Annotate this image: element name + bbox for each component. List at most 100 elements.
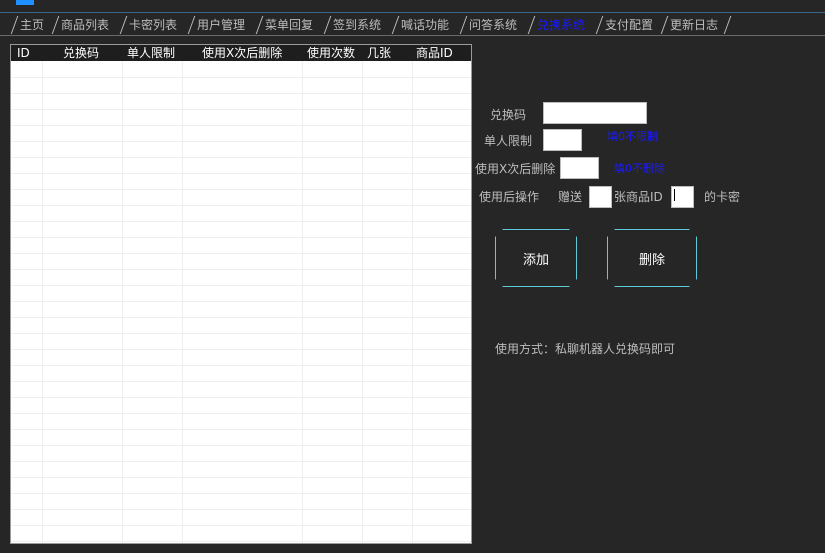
tab-label: 签到系统 bbox=[333, 18, 382, 32]
code-label: 兑换码 bbox=[490, 108, 527, 122]
grid-row-line bbox=[11, 205, 471, 206]
tab-underline bbox=[0, 35, 825, 36]
delete-after-hint: 填0不删除 bbox=[614, 162, 665, 175]
grid-row-line bbox=[11, 301, 471, 302]
grid-row-line bbox=[11, 349, 471, 350]
tab-menu-reply[interactable]: 菜单回复 bbox=[255, 16, 314, 34]
tab-divider-icon bbox=[187, 16, 196, 34]
grid-row-line bbox=[11, 109, 471, 110]
grid-row-line bbox=[11, 253, 471, 254]
code-input[interactable] bbox=[543, 102, 647, 124]
grid-row-line bbox=[11, 429, 471, 430]
tab-label: 商品列表 bbox=[61, 18, 110, 32]
limit-input[interactable] bbox=[543, 129, 582, 151]
tab-label: 菜单回复 bbox=[265, 18, 314, 32]
tab-divider-icon bbox=[527, 16, 536, 34]
tab-divider-icon bbox=[323, 16, 332, 34]
goods-id-label: 张商品ID bbox=[614, 190, 663, 204]
delete-after-input[interactable] bbox=[560, 157, 599, 179]
add-button[interactable]: 添加 bbox=[495, 229, 577, 287]
grid-row-line bbox=[11, 493, 471, 494]
grid-row-line bbox=[11, 125, 471, 126]
text-caret bbox=[674, 189, 675, 201]
grid-row-line bbox=[11, 477, 471, 478]
column-header-delete-after[interactable]: 使用X次后删除 bbox=[202, 45, 282, 61]
grid-row-line bbox=[11, 157, 471, 158]
tab-label: 主页 bbox=[20, 18, 45, 32]
grid-row-line bbox=[11, 413, 471, 414]
grid-row-line bbox=[11, 365, 471, 366]
tab-divider-icon bbox=[660, 16, 669, 34]
grid-row-line bbox=[11, 77, 471, 78]
app-icon bbox=[16, 0, 34, 5]
limit-label: 单人限制 bbox=[484, 134, 533, 148]
delete-after-label: 使用X次后删除 bbox=[475, 162, 556, 176]
tab-user-management[interactable]: 用户管理 bbox=[187, 16, 246, 34]
grid-column-line bbox=[122, 61, 123, 543]
grid-row-line bbox=[11, 269, 471, 270]
grid-row-line bbox=[11, 285, 471, 286]
grid-column-line bbox=[302, 61, 303, 543]
table-body[interactable] bbox=[11, 61, 471, 543]
grid-row-line bbox=[11, 509, 471, 510]
tab-label: 卡密列表 bbox=[129, 18, 178, 32]
grid-row-line bbox=[11, 221, 471, 222]
tab-home[interactable]: 主页 bbox=[10, 16, 45, 34]
grid-column-line bbox=[182, 61, 183, 543]
tab-divider-icon bbox=[391, 16, 400, 34]
redeem-code-table[interactable]: ID 兑换码 单人限制 使用X次后删除 使用次数 几张 商品ID bbox=[10, 44, 472, 544]
grid-column-line bbox=[412, 61, 413, 543]
grid-row-line bbox=[11, 173, 471, 174]
grid-row-line bbox=[11, 541, 471, 542]
tab-redeem-system[interactable]: 兑换系统 bbox=[527, 16, 586, 34]
grid-column-line bbox=[42, 61, 43, 543]
tab-divider-icon bbox=[10, 16, 19, 34]
grid-row-line bbox=[11, 461, 471, 462]
tab-divider-icon bbox=[459, 16, 468, 34]
tab-label: 支付配置 bbox=[605, 18, 654, 32]
tab-label: 更新日志 bbox=[670, 18, 719, 32]
tab-label: 问答系统 bbox=[469, 18, 518, 32]
column-header-goods-id[interactable]: 商品ID bbox=[416, 45, 453, 61]
tab-checkin-system[interactable]: 签到系统 bbox=[323, 16, 382, 34]
tab-divider-icon bbox=[51, 16, 60, 34]
add-button-label: 添加 bbox=[522, 252, 549, 268]
tab-label: 用户管理 bbox=[197, 18, 246, 32]
tab-divider-icon bbox=[119, 16, 128, 34]
gift-count-input[interactable] bbox=[589, 186, 612, 208]
grid-row-line bbox=[11, 525, 471, 526]
column-header-use-count[interactable]: 使用次数 bbox=[307, 45, 355, 61]
grid-row-line bbox=[11, 397, 471, 398]
tab-payment-config[interactable]: 支付配置 bbox=[595, 16, 654, 34]
tab-divider-icon bbox=[255, 16, 264, 34]
tab-bar: 主页 商品列表 卡密列表 用户管理 菜单回复 签到系统 喊话功能 问答系统 兑换… bbox=[0, 14, 825, 36]
grid-row-line bbox=[11, 141, 471, 142]
gift-label: 赠送 bbox=[558, 190, 583, 204]
column-header-id[interactable]: ID bbox=[17, 45, 30, 61]
table-header: ID 兑换码 单人限制 使用X次后删除 使用次数 几张 商品ID bbox=[11, 45, 471, 61]
tab-divider-icon bbox=[595, 16, 604, 34]
delete-button[interactable]: 删除 bbox=[607, 229, 697, 287]
tab-card-list[interactable]: 卡密列表 bbox=[119, 16, 178, 34]
usage-instructions: 使用方式：私聊机器人兑换码即可 bbox=[495, 342, 676, 356]
grid-row-line bbox=[11, 333, 471, 334]
delete-button-label: 删除 bbox=[638, 252, 665, 268]
column-header-code[interactable]: 兑换码 bbox=[63, 45, 99, 61]
tab-broadcast[interactable]: 喊话功能 bbox=[391, 16, 449, 34]
grid-row-line bbox=[11, 317, 471, 318]
grid-column-line bbox=[362, 61, 363, 543]
tab-qa-system[interactable]: 问答系统 bbox=[459, 16, 518, 34]
grid-row-line bbox=[11, 237, 471, 238]
after-use-label: 使用后操作 bbox=[479, 190, 540, 204]
tab-goods-list[interactable]: 商品列表 bbox=[51, 16, 110, 34]
tab-changelog[interactable]: 更新日志 bbox=[660, 16, 719, 34]
goods-id-field[interactable] bbox=[671, 186, 694, 208]
grid-row-line bbox=[11, 381, 471, 382]
limit-hint: 填0不限制 bbox=[607, 130, 658, 143]
column-header-limit[interactable]: 单人限制 bbox=[127, 45, 175, 61]
grid-row-line bbox=[11, 189, 471, 190]
grid-row-line bbox=[11, 93, 471, 94]
tab-label: 兑换系统 bbox=[537, 18, 586, 32]
grid-row-line bbox=[11, 445, 471, 446]
column-header-quantity[interactable]: 几张 bbox=[367, 45, 391, 61]
